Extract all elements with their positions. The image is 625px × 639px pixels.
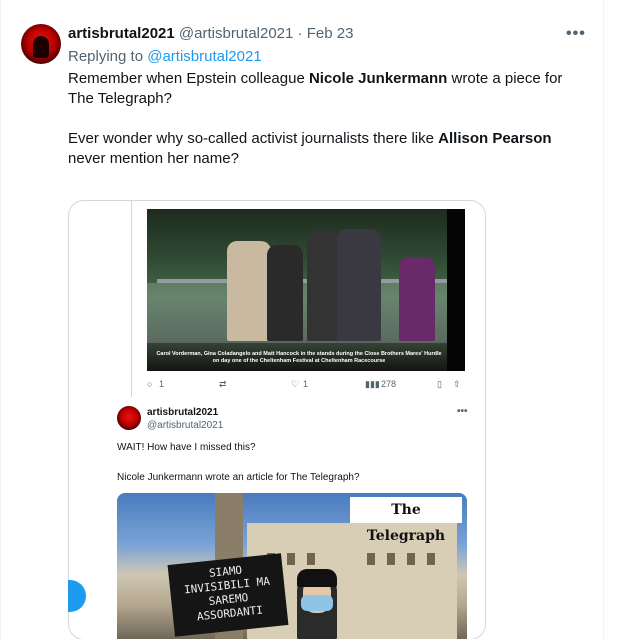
right-gutter (604, 0, 625, 639)
person-4 (337, 229, 381, 341)
embedded-actions: ○ 1 ⇄ ♡ 1 ▮▮▮ 278 ▯ ⇧ (147, 379, 467, 393)
window (427, 553, 435, 565)
views-icon[interactable]: ▮▮▮ (365, 379, 380, 390)
racecourse-photo: Carol Vorderman, Gina Coladangelo and Ma… (147, 209, 465, 371)
tweet-paragraph-1: Remember when Epstein colleague Nicole J… (68, 69, 588, 109)
replying-to: Replying to @artisbrutal2021 (68, 47, 262, 67)
tweet-paragraph-2: Ever wonder why so-called activist journ… (68, 129, 588, 169)
text-fragment: Ever wonder why so-called activist journ… (68, 130, 439, 147)
like-icon[interactable]: ♡ (291, 379, 299, 390)
photo-caption: Carol Vorderman, Gina Coladangelo and Ma… (156, 351, 442, 364)
window (287, 553, 295, 565)
tweet-header: artisbrutal2021 @artisbrutal2021 · Feb 2… (68, 24, 353, 44)
replying-handle-link[interactable]: @artisbrutal2021 (147, 48, 261, 65)
bold-name: Nicole Junkermann (308, 70, 448, 87)
telegraph-masthead: The Telegraph (350, 497, 462, 544)
tweet-date[interactable]: Feb 23 (307, 25, 354, 42)
protest-sign: SIAMO INVISIBILI MA SAREMO ASSORDANTI (167, 553, 289, 637)
tweet-text: Remember when Epstein colleague Nicole J… (68, 69, 588, 189)
retweet-icon[interactable]: ⇄ (219, 379, 227, 390)
protester-hat (297, 569, 337, 587)
person-2 (267, 245, 303, 341)
quote-handle: @artisbrutal2021 (147, 420, 224, 431)
protest-photo: The Telegraph SIAMO INVISIBILI MA SAREMO… (117, 493, 467, 639)
window (307, 553, 315, 565)
text-fragment: never mention her name? (68, 150, 239, 167)
face-mask (301, 595, 333, 611)
photo-edge (447, 209, 465, 371)
avatar-figure (33, 36, 49, 58)
bold-name: Allison Pearson (438, 130, 552, 147)
avatar[interactable] (21, 24, 61, 64)
quote-more-icon: ••• (457, 406, 468, 417)
text-fragment: Remember when Epstein colleague (68, 70, 309, 87)
quote-text-2: Nicole Junkermann wrote an article for T… (117, 472, 360, 483)
display-name[interactable]: artisbrutal2021 (68, 25, 175, 42)
person-1 (227, 241, 271, 341)
like-count: 1 (303, 379, 309, 389)
quote-avatar (117, 406, 141, 430)
view-count: 278 (381, 379, 397, 389)
bookmark-icon[interactable]: ▯ (437, 379, 442, 390)
header-separator: · (297, 25, 303, 42)
reply-count: 1 (159, 379, 165, 389)
person-5 (399, 257, 435, 341)
reply-icon[interactable]: ○ (147, 379, 152, 389)
replying-prefix: Replying to (68, 48, 144, 65)
window (367, 553, 375, 565)
attached-screenshot[interactable]: Carol Vorderman, Gina Coladangelo and Ma… (68, 200, 486, 639)
user-handle[interactable]: @artisbrutal2021 (179, 25, 293, 42)
share-icon[interactable]: ⇧ (453, 379, 461, 390)
window (407, 553, 415, 565)
quote-display-name: artisbrutal2021 (147, 407, 219, 418)
window (387, 553, 395, 565)
quote-text-1: WAIT! How have I missed this? (117, 442, 256, 453)
more-options-icon[interactable]: ••• (566, 25, 586, 43)
